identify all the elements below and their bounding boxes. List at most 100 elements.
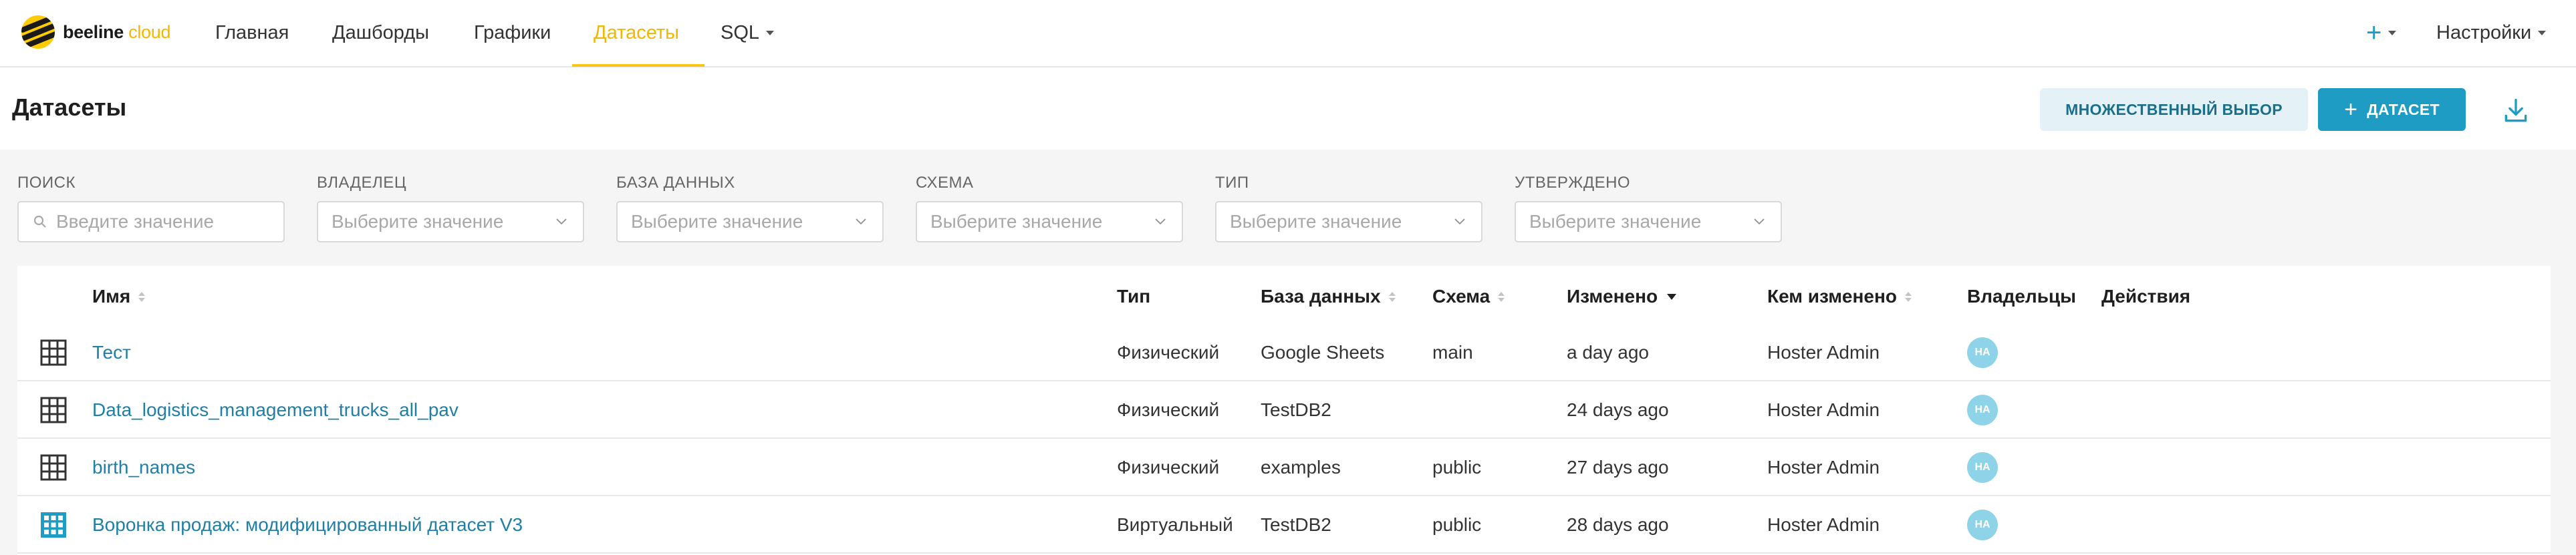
dataset-modified: a day ago — [1567, 342, 1649, 363]
avatar[interactable]: HA — [1967, 395, 1998, 425]
download-button[interactable] — [2497, 92, 2535, 130]
nav-item-sql[interactable]: SQL — [721, 0, 775, 66]
column-header-owners: Владельцы — [1967, 285, 2076, 309]
page-title: Датасеты — [12, 94, 127, 121]
chevron-down-icon — [1155, 218, 1166, 225]
column-header-modified[interactable]: Изменено — [1567, 285, 1677, 309]
filter-label: УТВЕРЖДЕНО — [1515, 174, 1631, 192]
column-header-label: Имя — [92, 286, 131, 307]
sort-desc-icon — [1667, 293, 1677, 300]
table-grid-icon — [40, 454, 67, 481]
filter-label: ТИП — [1215, 174, 1249, 192]
filter-label: ПОИСК — [17, 174, 76, 192]
database-select[interactable]: Выберите значение — [616, 201, 884, 242]
dataset-name-link[interactable]: Тест — [92, 324, 131, 381]
chevron-down-icon — [1754, 218, 1765, 225]
dataset-name-link[interactable]: Воронка продаж: модифицированный датасет… — [92, 496, 523, 554]
owner-avatar-cell: HA — [1967, 496, 1998, 554]
owner-placeholder: Выберите значение — [332, 211, 504, 232]
bulk-select-button[interactable]: МНОЖЕСТВЕННЫЙ ВЫБОР — [2040, 88, 2308, 131]
sort-icon — [1498, 291, 1505, 302]
table-grid-icon — [40, 339, 67, 366]
nav-item-sql-label: SQL — [721, 22, 760, 43]
dataset-modified: 24 days ago — [1567, 399, 1669, 420]
chevron-down-icon — [2538, 31, 2547, 35]
add-dataset-button[interactable]: + ДАТАСЕТ — [2318, 88, 2466, 131]
filter-certified: УТВЕРЖДЕНО Выберите значение — [1515, 174, 1782, 242]
type-select[interactable]: Выберите значение — [1215, 201, 1483, 242]
nav-item-home[interactable]: Главная — [215, 0, 289, 66]
dataset-schema: public — [1432, 514, 1482, 535]
column-header-schema[interactable]: Схема — [1432, 285, 1505, 309]
download-icon — [2504, 98, 2527, 122]
filter-owner: ВЛАДЕЛЕЦ Выберите значение — [317, 174, 584, 242]
owner-avatar-cell: HA — [1967, 381, 1998, 439]
dataset-name-link[interactable]: Data_logistics_management_trucks_all_pav — [92, 381, 459, 439]
dataset-modified-by: Hoster Admin — [1767, 342, 1880, 363]
chevron-down-icon — [766, 31, 775, 35]
filter-schema: СХЕМА Выберите значение — [916, 174, 1183, 242]
column-header-label: Схема — [1432, 286, 1491, 307]
avatar[interactable]: HA — [1967, 337, 1998, 368]
settings-label: Настройки — [2436, 22, 2532, 43]
plus-icon: + — [2344, 97, 2358, 122]
filter-type: ТИП Выберите значение — [1215, 174, 1483, 242]
column-header-type: Тип — [1117, 285, 1150, 309]
column-header-modified-by[interactable]: Кем изменено — [1767, 285, 1912, 309]
chevron-down-icon — [2388, 31, 2397, 35]
owner-select[interactable]: Выберите значение — [317, 201, 584, 242]
nav-item-charts[interactable]: Графики — [474, 0, 551, 66]
filter-label: БАЗА ДАННЫХ — [616, 174, 735, 192]
certified-select[interactable]: Выберите значение — [1515, 201, 1782, 242]
dataset-schema: public — [1432, 457, 1482, 478]
dataset-modified-by: Hoster Admin — [1767, 399, 1880, 420]
search-icon — [32, 214, 48, 230]
brand-logo[interactable]: beeline cloud — [21, 12, 171, 52]
settings-menu[interactable]: Настройки — [2436, 0, 2547, 66]
sort-icon — [1388, 291, 1396, 302]
nav-item-datasets[interactable]: Датасеты — [594, 0, 679, 66]
column-header-label: Владельцы — [1967, 286, 2077, 307]
column-header-name[interactable]: Имя — [92, 285, 146, 309]
type-placeholder: Выберите значение — [1230, 211, 1402, 232]
table-grid-icon — [40, 397, 67, 423]
column-header-actions: Действия — [2101, 285, 2190, 309]
schema-placeholder: Выберите значение — [930, 211, 1103, 232]
dataset-modified: 28 days ago — [1567, 514, 1669, 535]
column-header-database[interactable]: База данных — [1261, 285, 1396, 309]
avatar[interactable]: HA — [1967, 510, 1998, 540]
beeline-logo-icon — [21, 15, 55, 49]
dataset-database: examples — [1261, 457, 1341, 478]
active-tab-indicator — [572, 64, 704, 67]
table-row[interactable]: Data_logistics_management_trucks_all_pav… — [17, 381, 2551, 439]
dataset-type-icon — [40, 439, 67, 496]
dataset-type: Физический — [1117, 457, 1220, 478]
filter-database: БАЗА ДАННЫХ Выберите значение — [616, 174, 884, 242]
search-input[interactable]: Введите значение — [17, 201, 285, 242]
table-row[interactable]: Тест Физический Google Sheets main a day… — [17, 324, 2551, 381]
search-placeholder: Введите значение — [56, 211, 215, 232]
dataset-database: Google Sheets — [1261, 342, 1385, 363]
add-dataset-label: ДАТАСЕТ — [2367, 100, 2440, 118]
filter-label: СХЕМА — [916, 174, 974, 192]
dataset-type-icon — [40, 496, 67, 554]
dataset-database: TestDB2 — [1261, 399, 1331, 420]
new-item-button[interactable]: + — [2366, 0, 2397, 66]
schema-select[interactable]: Выберите значение — [916, 201, 1183, 242]
chevron-down-icon — [856, 218, 866, 225]
column-header-label: Тип — [1117, 286, 1151, 307]
database-placeholder: Выберите значение — [631, 211, 803, 232]
top-navbar: beeline cloud Главная Дашборды Графики Д… — [0, 0, 2576, 67]
column-header-label: Кем изменено — [1767, 286, 1898, 307]
table-row[interactable]: birth_names Физический examples public 2… — [17, 439, 2551, 496]
certified-placeholder: Выберите значение — [1529, 211, 1702, 232]
dataset-name-link[interactable]: birth_names — [92, 439, 195, 496]
table-row[interactable]: Воронка продаж: модифицированный датасет… — [17, 496, 2551, 554]
sort-icon — [1905, 291, 1912, 302]
column-header-label: Действия — [2101, 286, 2191, 307]
dataset-type: Виртуальный — [1117, 514, 1233, 535]
avatar[interactable]: HA — [1967, 452, 1998, 483]
column-header-label: База данных — [1261, 286, 1381, 307]
filter-search: ПОИСК Введите значение — [17, 174, 285, 242]
nav-item-dashboards[interactable]: Дашборды — [332, 0, 429, 66]
